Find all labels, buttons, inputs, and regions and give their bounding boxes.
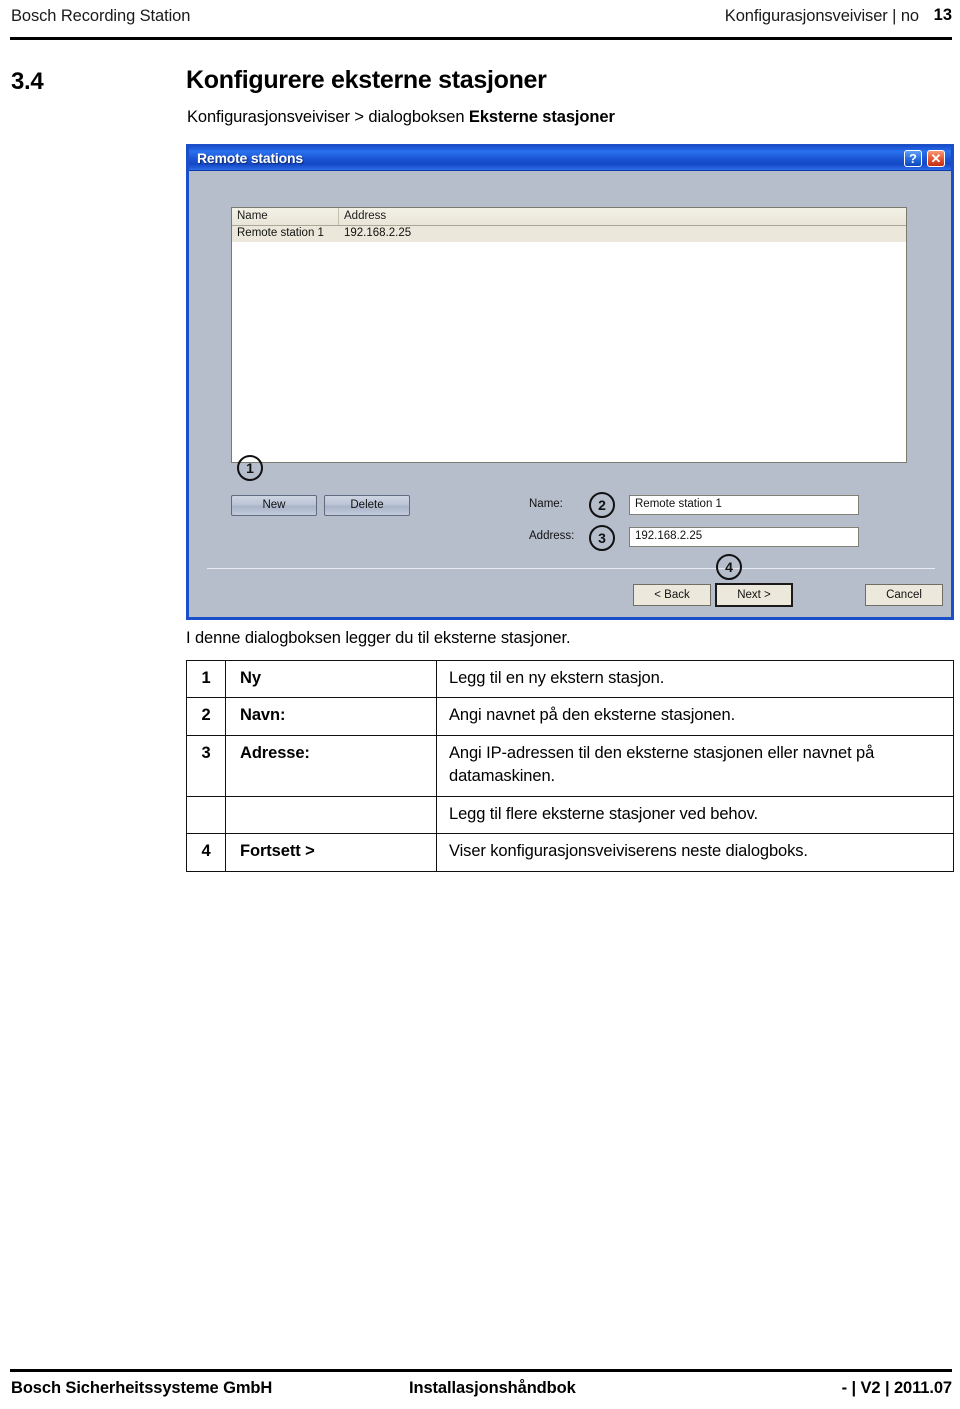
footer-doc-type: Installasjonshåndbok [409,1379,576,1397]
callout-marker-2: 2 [589,492,615,518]
section-number: 3.4 [11,68,44,95]
row-label [225,795,437,835]
row-description: Legg til en ny ekstern stasjon. [436,659,954,699]
column-header-name[interactable]: Name [232,208,339,225]
callout-marker-4: 4 [716,554,742,580]
footer-company: Bosch Sicherheitssysteme GmbH [11,1379,273,1397]
row-description: Angi navnet på den eksterne stasjonen. [436,697,954,736]
footer-version: - | V2 | 2011.07 [841,1379,952,1397]
cell-address: 192.168.2.25 [344,227,412,239]
page-header: Bosch Recording Station Konfigurasjonsve… [0,0,960,44]
row-number [186,795,226,835]
table-row: 1 Ny Legg til en ny ekstern stasjon. [186,659,954,699]
dialog-separator [207,568,935,569]
header-divider-rule [10,37,952,40]
row-label: Adresse: [225,734,437,797]
table-row: Legg til flere eksterne stasjoner ved be… [186,795,954,835]
new-button[interactable]: New [231,495,317,516]
help-icon[interactable]: ? [904,150,922,167]
breadcrumb-prefix: Konfigurasjonsveiviser > dialogboksen [187,108,469,126]
row-description: Angi IP-adressen til den eksterne stasjo… [436,734,954,797]
table-row: 2 Navn: Angi navnet på den eksterne stas… [186,697,954,736]
cancel-button[interactable]: Cancel [865,584,943,606]
remote-stations-dialog: Remote stations ? ✕ Name Address Remote … [186,144,954,620]
callout-marker-3: 3 [589,525,615,551]
back-button[interactable]: < Back [633,584,711,606]
callout-marker-1: 1 [237,455,263,481]
close-icon[interactable]: ✕ [927,150,945,167]
table-row: 4 Fortsett > Viser konfigurasjonsveivise… [186,833,954,872]
row-number: 1 [186,659,226,699]
name-input[interactable]: Remote station 1 [629,495,859,515]
header-product-title: Bosch Recording Station [11,7,191,25]
header-page-number: 13 [933,6,952,24]
dialog-titlebar: Remote stations ? ✕ [189,147,951,171]
table-row: 3 Adresse: Angi IP-adressen til den ekst… [186,734,954,797]
breadcrumb: Konfigurasjonsveiviser > dialogboksen Ek… [187,108,615,127]
row-number: 2 [186,697,226,736]
next-button[interactable]: Next > [715,583,793,607]
row-description: Viser konfigurasjonsveiviserens neste di… [436,833,954,872]
page-title: Konfigurere eksterne stasjoner [186,66,547,94]
row-label: Navn: [225,697,437,736]
callout-description-table: 1 Ny Legg til en ny ekstern stasjon. 2 N… [186,659,954,872]
row-number: 4 [186,833,226,872]
intro-paragraph: I denne dialogboksen legger du til ekste… [186,629,571,647]
page-footer: Bosch Sicherheitssysteme GmbH Installasj… [0,1361,960,1409]
row-label: Ny [225,659,437,699]
row-description: Legg til flere eksterne stasjoner ved be… [436,795,954,835]
header-document-title: Konfigurasjonsveiviser | no [724,7,919,25]
delete-button[interactable]: Delete [324,495,410,516]
column-header-address[interactable]: Address [339,208,906,225]
dialog-title: Remote stations [197,150,303,166]
breadcrumb-current: Eksterne stasjoner [468,108,615,126]
cell-name: Remote station 1 [237,227,324,239]
row-label: Fortsett > [225,833,437,872]
list-header-row: Name Address [232,208,906,226]
address-field-label: Address: [529,530,575,542]
address-input[interactable]: 192.168.2.25 [629,527,859,547]
row-number: 3 [186,734,226,797]
name-field-label: Name: [529,498,563,510]
table-row[interactable]: Remote station 1 192.168.2.25 [232,226,906,242]
footer-divider-rule [10,1369,952,1372]
remote-stations-list[interactable]: Name Address Remote station 1 192.168.2.… [231,207,907,463]
